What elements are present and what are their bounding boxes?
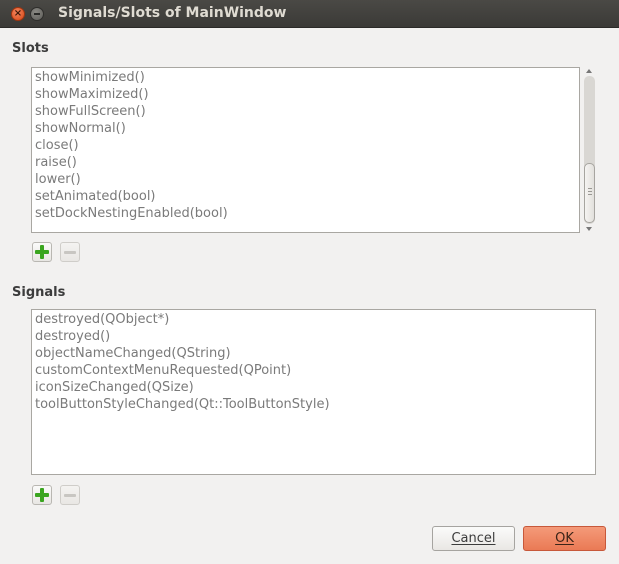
title-bar: × Signals/Slots of MainWindow [0, 0, 619, 28]
list-item[interactable]: toolButtonStyleChanged(Qt::ToolButtonSty… [35, 396, 592, 413]
close-window-button[interactable]: × [11, 7, 25, 21]
list-item[interactable]: customContextMenuRequested(QPoint) [35, 362, 592, 379]
list-item[interactable]: setAnimated(bool) [35, 188, 576, 205]
close-icon: × [13, 8, 23, 19]
list-item[interactable]: showNormal() [35, 120, 576, 137]
list-item[interactable]: showFullScreen() [35, 103, 576, 120]
list-item[interactable]: destroyed(QObject*) [35, 311, 592, 328]
ok-button[interactable]: OK [523, 526, 606, 551]
slots-scrollbar[interactable] [583, 67, 596, 232]
add-slot-button[interactable] [32, 242, 52, 262]
scroll-up-icon[interactable] [586, 69, 592, 73]
window-title: Signals/Slots of MainWindow [58, 5, 287, 21]
minus-icon [64, 493, 76, 497]
scroll-down-icon[interactable] [586, 227, 592, 231]
remove-signal-button[interactable] [60, 485, 80, 505]
cancel-button-label: Cancel [451, 531, 496, 546]
list-item[interactable]: setDockNestingEnabled(bool) [35, 205, 576, 222]
list-item[interactable]: lower() [35, 171, 576, 188]
scroll-track[interactable] [584, 76, 595, 224]
signals-label: Signals [12, 285, 66, 300]
list-item[interactable]: raise() [35, 154, 576, 171]
slots-list[interactable]: showMinimized() showMaximized() showFullSc… [31, 67, 580, 233]
list-item[interactable]: objectNameChanged(QString) [35, 345, 592, 362]
list-item[interactable]: iconSizeChanged(QSize) [35, 379, 592, 396]
minimize-window-button[interactable] [30, 7, 44, 21]
scroll-thumb[interactable] [584, 163, 595, 223]
list-item[interactable]: showMaximized() [35, 86, 576, 103]
add-signal-button[interactable] [32, 485, 52, 505]
ok-button-label: OK [555, 531, 574, 546]
plus-icon [35, 245, 49, 259]
list-item[interactable]: showMinimized() [35, 69, 576, 86]
list-item[interactable]: destroyed() [35, 328, 592, 345]
slots-label: Slots [12, 41, 49, 56]
plus-icon [35, 488, 49, 502]
signals-list[interactable]: destroyed(QObject*) destroyed() objectName… [31, 309, 596, 475]
cancel-button[interactable]: Cancel [432, 526, 515, 551]
minus-icon [64, 250, 76, 254]
minimize-icon [34, 13, 40, 15]
remove-slot-button[interactable] [60, 242, 80, 262]
list-item[interactable]: close() [35, 137, 576, 154]
